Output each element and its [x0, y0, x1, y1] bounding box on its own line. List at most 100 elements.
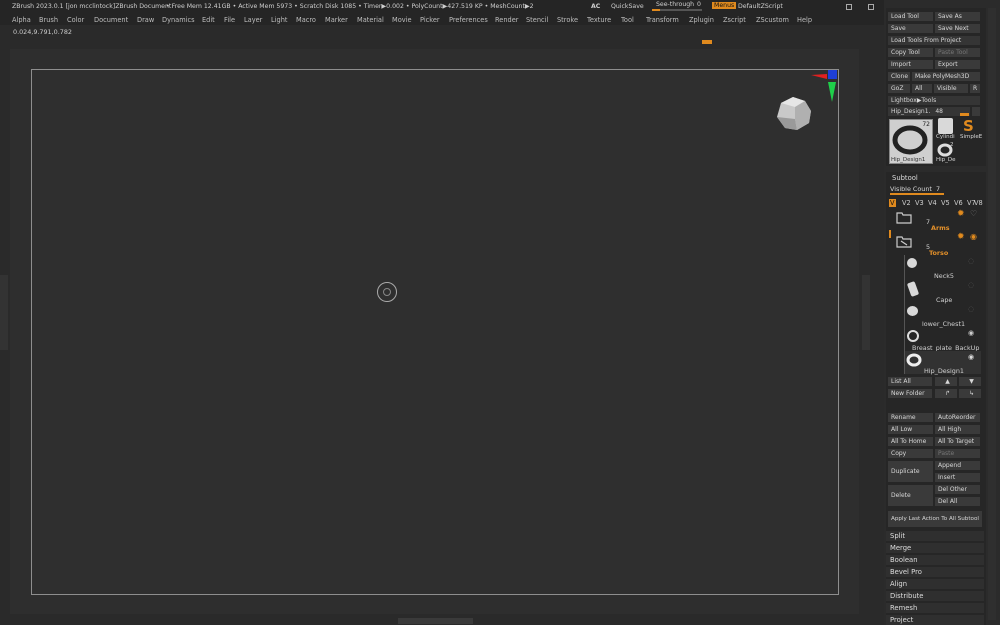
subtool-neck5-eye-icon[interactable]: ◌	[968, 257, 974, 265]
default-zscript-button[interactable]: DefaultZScript	[738, 3, 783, 10]
menu-brush[interactable]: Brush	[39, 16, 58, 24]
folder-arms-icon[interactable]	[896, 210, 912, 224]
version-v4[interactable]: V4	[928, 199, 937, 207]
autoreorder-button[interactable]: AutoReorder	[935, 413, 980, 422]
current-tool-slider-knob[interactable]	[960, 113, 969, 116]
folder-arms-gear-icon[interactable]: ✹	[957, 209, 965, 219]
menu-movie[interactable]: Movie	[392, 16, 412, 24]
axis-y-icon[interactable]	[828, 82, 836, 102]
subtool-neck5-thumb-icon[interactable]	[907, 258, 917, 268]
lightbox-tools-button[interactable]: Lightbox▶Tools	[888, 96, 980, 105]
menu-picker[interactable]: Picker	[420, 16, 440, 24]
menu-preferences[interactable]: Preferences	[449, 16, 488, 24]
clone-button[interactable]: Clone	[888, 72, 910, 81]
section-align[interactable]: Align	[886, 579, 984, 589]
menu-tool[interactable]: Tool	[621, 16, 634, 24]
section-merge[interactable]: Merge	[886, 543, 984, 553]
duplicate-button[interactable]: Duplicate	[888, 461, 933, 482]
new-folder-button[interactable]: New Folder	[888, 389, 932, 398]
make-polymesh-button[interactable]: Make PolyMesh3D	[912, 72, 980, 81]
section-boolean[interactable]: Boolean	[886, 555, 984, 565]
menu-help[interactable]: Help	[797, 16, 812, 24]
move-into-folder-down-icon[interactable]: ↳	[959, 389, 981, 398]
tool-thumbnail-current[interactable]: 72 Hip_Design1	[889, 119, 933, 164]
goz-all-button[interactable]: All	[912, 84, 932, 93]
version-v1-icon[interactable]: V	[889, 199, 896, 207]
del-all-button[interactable]: Del All	[935, 497, 980, 506]
menu-texture[interactable]: Texture	[587, 16, 611, 24]
all-to-home-button[interactable]: All To Home	[888, 437, 933, 446]
all-to-target-button[interactable]: All To Target	[935, 437, 980, 446]
section-project[interactable]: Project	[886, 615, 984, 625]
menu-zplugin[interactable]: Zplugin	[689, 16, 714, 24]
menu-transform[interactable]: Transform	[646, 16, 679, 24]
navigation-head-icon[interactable]	[773, 95, 815, 133]
subtool-hip-design-thumb-icon[interactable]	[906, 352, 922, 368]
subtool-lower-chest-label[interactable]: lower_Chest1	[922, 320, 965, 328]
cylinder-thumb-icon[interactable]	[938, 118, 953, 134]
version-v2[interactable]: V2	[902, 199, 911, 207]
menu-layer[interactable]: Layer	[244, 16, 262, 24]
subtool-cape-label[interactable]: Cape	[936, 296, 952, 304]
menu-document[interactable]: Document	[94, 16, 128, 24]
copy-subtool-button[interactable]: Copy	[888, 449, 933, 458]
r-toggle-icon[interactable]	[972, 107, 980, 116]
insert-button[interactable]: Insert	[935, 473, 980, 482]
section-distribute[interactable]: Distribute	[886, 591, 984, 601]
section-split[interactable]: Split	[886, 531, 984, 541]
subtool-hip-design-label[interactable]: Hip_Design1	[924, 367, 964, 375]
all-low-button[interactable]: All Low	[888, 425, 933, 434]
load-tool-button[interactable]: Load Tool	[888, 12, 933, 21]
menu-stencil[interactable]: Stencil	[526, 16, 548, 24]
folder-arms-heart-icon[interactable]: ♡	[970, 209, 977, 218]
subtool-breastplate-thumb-icon[interactable]	[906, 329, 920, 342]
menu-light[interactable]: Light	[271, 16, 287, 24]
move-into-folder-up-icon[interactable]: ↱	[935, 389, 957, 398]
subtool-header[interactable]: Subtool	[888, 173, 918, 183]
menu-draw[interactable]: Draw	[137, 16, 154, 24]
menu-edit[interactable]: Edit	[202, 16, 215, 24]
all-high-button[interactable]: All High	[935, 425, 980, 434]
menu-stroke[interactable]: Stroke	[557, 16, 578, 24]
ac-button[interactable]: AC	[591, 3, 600, 10]
menu-dynamics[interactable]: Dynamics	[162, 16, 195, 24]
document-canvas[interactable]	[31, 69, 839, 595]
version-v5[interactable]: V5	[941, 199, 950, 207]
move-down-icon[interactable]: ▼	[959, 377, 981, 386]
folder-torso-gear-icon[interactable]: ✹	[957, 232, 965, 242]
shelf-marker[interactable]	[702, 40, 712, 44]
folder-torso-icon[interactable]	[896, 234, 912, 248]
menu-zscustom[interactable]: ZScustom	[756, 16, 789, 24]
left-tray-handle[interactable]	[0, 275, 8, 350]
panel-scrollbar[interactable]	[988, 8, 996, 620]
menus-toggle[interactable]: Menus	[712, 2, 737, 9]
simplebrush-thumb-icon[interactable]: S	[962, 117, 976, 133]
menu-render[interactable]: Render	[495, 16, 518, 24]
axis-x-icon[interactable]	[811, 74, 827, 79]
section-bevel-pro[interactable]: Bevel Pro	[886, 567, 984, 577]
subtool-hip-design-eye-icon[interactable]: ◉	[968, 353, 974, 361]
subtool-breastplate-eye-icon[interactable]: ◉	[968, 329, 974, 337]
section-remesh[interactable]: Remesh	[886, 603, 984, 613]
copy-tool-button[interactable]: Copy Tool	[888, 48, 933, 57]
goz-r-button[interactable]: R	[970, 84, 980, 93]
see-through-slider[interactable]	[652, 9, 702, 11]
subtool-lower-chest-thumb-icon[interactable]	[907, 306, 918, 316]
del-other-button[interactable]: Del Other	[935, 485, 980, 494]
menu-file[interactable]: File	[224, 16, 235, 24]
save-button[interactable]: Save	[888, 24, 933, 33]
subtool-lower-chest-eye-icon[interactable]: ◌	[968, 305, 974, 313]
visible-count-slider[interactable]: Visible Count 7	[890, 185, 940, 193]
right-tray-handle[interactable]	[862, 275, 870, 350]
subtool-cape-eye-icon[interactable]: ◌	[968, 281, 974, 289]
version-v3[interactable]: V3	[915, 199, 924, 207]
list-all-button[interactable]: List All	[888, 377, 932, 386]
save-as-button[interactable]: Save As	[935, 12, 980, 21]
version-v6[interactable]: V6	[954, 199, 963, 207]
folder-torso-eye-icon[interactable]: ◉	[970, 232, 977, 241]
paste-subtool-button[interactable]: Paste	[935, 449, 980, 458]
current-tool-slider[interactable]: Hip_Design1. 48	[888, 107, 970, 116]
goz-visible-button[interactable]: Visible	[934, 84, 968, 93]
export-button[interactable]: Export	[935, 60, 980, 69]
axis-z-icon[interactable]	[828, 70, 837, 79]
